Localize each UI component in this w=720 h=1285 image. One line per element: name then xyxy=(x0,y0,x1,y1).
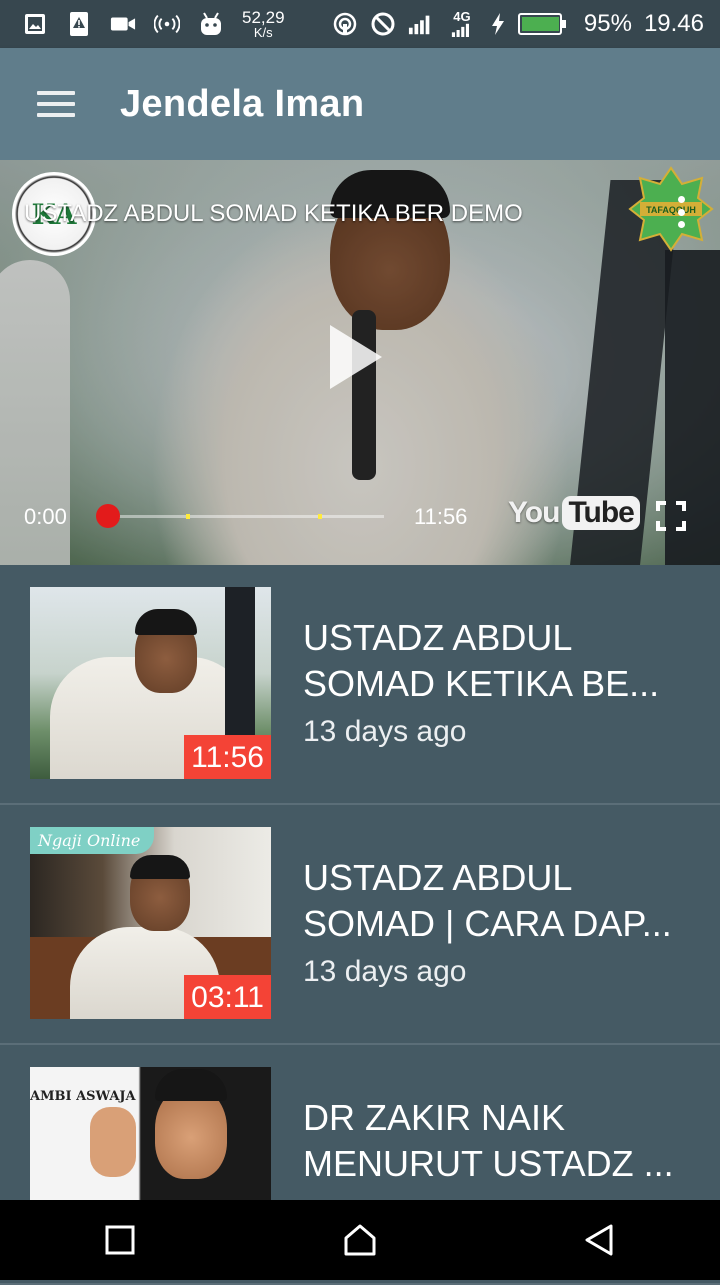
video-title: USTADZ ABDUL SOMAD | CARA DAP... xyxy=(303,857,672,944)
battery-icon xyxy=(517,13,566,35)
hotspot-icon xyxy=(154,11,180,37)
recent-apps-button[interactable] xyxy=(70,1200,170,1280)
duration-badge: 11:56 xyxy=(184,735,271,779)
list-item[interactable]: 11:56 USTADZ ABDUL SOMAD KETIKA BE... 13… xyxy=(0,565,720,805)
video-date: 13 days ago xyxy=(303,715,467,748)
app-toolbar: Jendela Iman xyxy=(0,48,720,160)
seek-bar[interactable] xyxy=(96,504,384,528)
video-title: DR ZAKIR NAIK MENURUT USTADZ ... xyxy=(303,1097,674,1184)
battery-percent: 95% xyxy=(583,10,632,37)
thumbnail-tag: Ngaji Online xyxy=(30,827,155,854)
charging-icon xyxy=(490,11,506,37)
youtube-player[interactable]: KA USTADZ ABDUL SOMAD KETIKA BER DEMO TA… xyxy=(0,160,720,565)
player-video-title[interactable]: USTADZ ABDUL SOMAD KETIKA BER DEMO xyxy=(24,200,523,228)
duration-badge: 03:11 xyxy=(184,975,271,1019)
video-thumbnail[interactable]: Ngaji Online 03:11 xyxy=(30,827,271,1019)
tafaqquh-badge-logo: TAFAQQUH xyxy=(628,166,714,252)
video-duration: 11:56 xyxy=(414,504,468,529)
android-icon xyxy=(198,11,224,37)
video-title: USTADZ ABDUL SOMAD KETIKA BE... xyxy=(303,617,660,704)
home-icon xyxy=(344,1224,376,1256)
system-navigation-bar xyxy=(0,1200,720,1280)
signal-icon xyxy=(408,11,434,37)
square-icon xyxy=(105,1225,135,1255)
back-triangle-icon xyxy=(585,1224,613,1256)
4g-signal-icon: 4G xyxy=(446,10,478,37)
menu-button[interactable] xyxy=(0,48,112,160)
video-camera-icon xyxy=(110,11,136,37)
seek-marker xyxy=(186,514,190,519)
video-date: 13 days ago xyxy=(303,955,467,988)
video-thumbnail[interactable]: 11:56 xyxy=(30,587,271,779)
seek-thumb[interactable] xyxy=(96,504,120,528)
thumbnail-caption: AMBI ASWAJA xyxy=(30,1089,136,1104)
status-bar: 52,29 K/s 4G 95% 19.46 xyxy=(0,0,720,48)
youtube-logo[interactable]: You Tube xyxy=(508,496,640,530)
list-item[interactable]: Ngaji Online 03:11 USTADZ ABDUL SOMAD | … xyxy=(0,805,720,1045)
warning-icon xyxy=(66,11,92,37)
play-icon[interactable] xyxy=(330,325,382,389)
network-speed: 52,29 K/s xyxy=(242,8,285,40)
hamburger-menu-icon xyxy=(37,91,75,117)
image-icon xyxy=(22,11,48,37)
seek-marker xyxy=(318,514,322,519)
app-title: Jendela Iman xyxy=(120,82,365,125)
svg-text:TAFAQQUH: TAFAQQUH xyxy=(646,205,696,215)
fullscreen-icon[interactable] xyxy=(656,501,686,531)
back-button[interactable] xyxy=(550,1200,650,1280)
home-button[interactable] xyxy=(310,1200,410,1280)
video-list: 11:56 USTADZ ABDUL SOMAD KETIKA BE... 13… xyxy=(0,565,720,1285)
clock: 19.46 xyxy=(643,10,704,37)
block-icon xyxy=(370,11,396,37)
more-options-icon[interactable] xyxy=(678,196,686,228)
current-time: 0:00 xyxy=(24,504,67,529)
nfc-icon xyxy=(332,11,358,37)
